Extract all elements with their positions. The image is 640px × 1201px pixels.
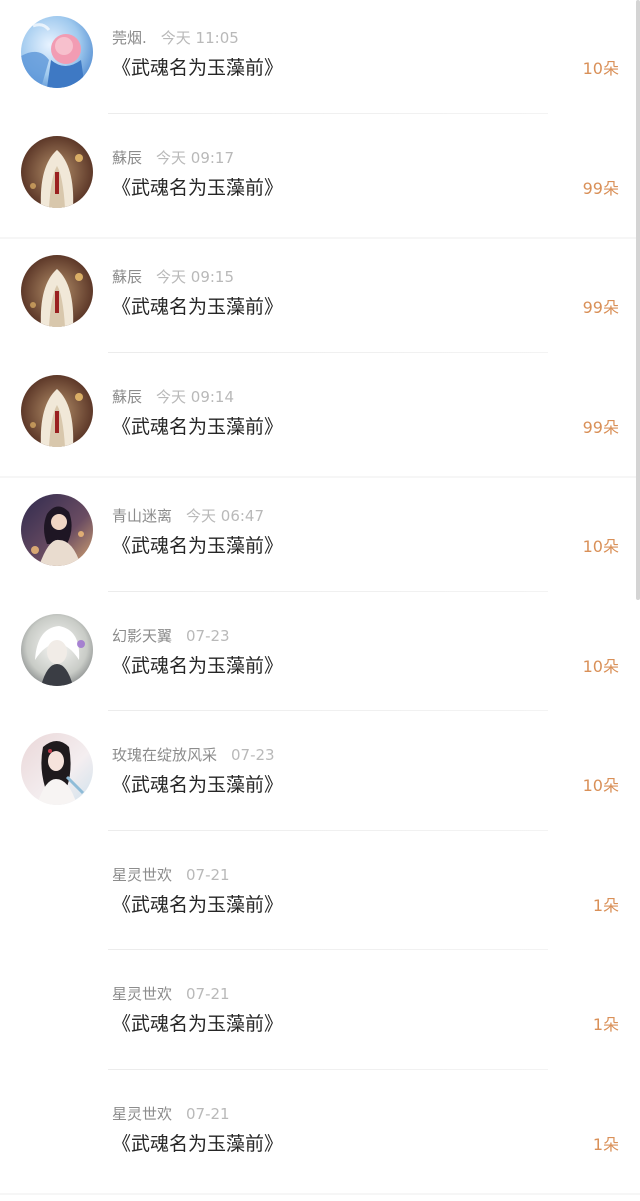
username[interactable]: 蘇辰 bbox=[112, 149, 142, 167]
timestamp: 今天 09:14 bbox=[156, 387, 235, 406]
user-avatar[interactable] bbox=[21, 135, 93, 208]
gift-record-row[interactable]: 莞烟. 今天 11:05 《武魂名为玉藻前》 10朵 bbox=[0, 0, 640, 120]
gift-record-row[interactable]: 蘇辰 今天 09:15 《武魂名为玉藻前》 99朵 bbox=[0, 239, 640, 359]
avatar-white-hair-icon bbox=[21, 613, 93, 686]
record-meta: 蘇辰 今天 09:14 bbox=[112, 387, 234, 407]
timestamp: 今天 09:15 bbox=[156, 268, 235, 286]
flower-count: 10朵 bbox=[582, 59, 619, 78]
record-meta: 星灵世欢 07-21 bbox=[112, 865, 230, 885]
flower-count: 10朵 bbox=[582, 656, 619, 676]
gift-record-row[interactable]: 青山迷离 今天 06:47 《武魂名为玉藻前》 10朵 bbox=[0, 478, 640, 598]
username[interactable]: 玫瑰在绽放风采 bbox=[112, 746, 217, 764]
avatar-white-hood-icon bbox=[21, 135, 93, 208]
avatar-ancient-lady-icon bbox=[21, 733, 93, 805]
user-avatar[interactable] bbox=[21, 613, 93, 686]
flower-count: 10朵 bbox=[582, 537, 619, 556]
gift-record-row[interactable]: 星灵世欢 07-21 《武魂名为玉藻前》 1朵 bbox=[0, 837, 640, 957]
user-avatar[interactable] bbox=[21, 16, 93, 88]
book-title[interactable]: 《武魂名为玉藻前》 bbox=[112, 653, 283, 679]
gift-record-row[interactable]: 玫瑰在绽放风采 07-23 《武魂名为玉藻前》 10朵 bbox=[0, 717, 640, 837]
gift-record-list: 莞烟. 今天 11:05 《武魂名为玉藻前》 10朵 蘇辰 今天 09:17 《… bbox=[0, 0, 640, 1195]
row-divider bbox=[108, 590, 548, 592]
avatar-dark-lady-icon bbox=[21, 494, 93, 566]
book-title[interactable]: 《武魂名为玉藻前》 bbox=[112, 892, 283, 918]
flower-count: 1朵 bbox=[592, 1015, 619, 1034]
record-meta: 青山迷离 今天 06:47 bbox=[112, 506, 264, 526]
gift-record-row[interactable]: 星灵世欢 07-21 《武魂名为玉藻前》 1朵 bbox=[0, 1076, 640, 1195]
flower-count: 99朵 bbox=[582, 178, 619, 198]
user-avatar[interactable] bbox=[21, 733, 93, 805]
book-title[interactable]: 《武魂名为玉藻前》 bbox=[112, 1131, 283, 1157]
avatar-white-hood-icon bbox=[21, 374, 93, 447]
timestamp: 今天 09:17 bbox=[156, 148, 235, 167]
user-avatar[interactable] bbox=[21, 494, 93, 566]
timestamp: 07-23 bbox=[186, 626, 230, 645]
timestamp: 今天 11:05 bbox=[160, 29, 239, 47]
flower-count: 1朵 bbox=[592, 895, 619, 915]
row-divider bbox=[108, 112, 548, 114]
flower-count: 1朵 bbox=[592, 1134, 619, 1154]
row-divider bbox=[108, 1068, 548, 1070]
record-meta: 蘇辰 今天 09:15 bbox=[112, 267, 234, 287]
timestamp: 07-21 bbox=[186, 865, 230, 884]
user-avatar[interactable] bbox=[21, 374, 93, 447]
user-avatar[interactable] bbox=[21, 255, 93, 327]
scrollbar[interactable] bbox=[636, 0, 640, 600]
gift-record-row[interactable]: 蘇辰 今天 09:14 《武魂名为玉藻前》 99朵 bbox=[0, 359, 640, 478]
book-title[interactable]: 《武魂名为玉藻前》 bbox=[112, 772, 283, 798]
flower-count: 99朵 bbox=[582, 417, 619, 437]
row-divider bbox=[108, 351, 548, 353]
username[interactable]: 星灵世欢 bbox=[112, 866, 172, 884]
username[interactable]: 蘇辰 bbox=[112, 268, 142, 286]
book-title[interactable]: 《武魂名为玉藻前》 bbox=[112, 55, 283, 81]
row-divider bbox=[108, 710, 548, 711]
timestamp: 07-21 bbox=[186, 1104, 230, 1123]
username[interactable]: 星灵世欢 bbox=[112, 1105, 172, 1123]
timestamp: 07-21 bbox=[186, 985, 230, 1003]
record-meta: 蘇辰 今天 09:17 bbox=[112, 148, 234, 168]
gift-record-row[interactable]: 幻影天翼 07-23 《武魂名为玉藻前》 10朵 bbox=[0, 598, 640, 718]
book-title[interactable]: 《武魂名为玉藻前》 bbox=[112, 175, 283, 201]
timestamp: 07-23 bbox=[231, 746, 275, 764]
flower-count: 10朵 bbox=[582, 776, 619, 795]
record-meta: 莞烟. 今天 11:05 bbox=[112, 28, 239, 48]
row-divider bbox=[0, 1193, 640, 1195]
book-title[interactable]: 《武魂名为玉藻前》 bbox=[112, 414, 283, 440]
username[interactable]: 青山迷离 bbox=[112, 507, 172, 525]
gift-record-row[interactable]: 蘇辰 今天 09:17 《武魂名为玉藻前》 99朵 bbox=[0, 120, 640, 239]
username[interactable]: 幻影天翼 bbox=[112, 627, 172, 645]
record-meta: 玫瑰在绽放风采 07-23 bbox=[112, 745, 275, 765]
username[interactable]: 蘇辰 bbox=[112, 388, 142, 406]
record-meta: 星灵世欢 07-21 bbox=[112, 984, 230, 1004]
username[interactable]: 莞烟. bbox=[112, 29, 147, 47]
gift-record-row[interactable]: 星灵世欢 07-21 《武魂名为玉藻前》 1朵 bbox=[0, 956, 640, 1076]
book-title[interactable]: 《武魂名为玉藻前》 bbox=[112, 1011, 283, 1037]
flower-count: 99朵 bbox=[582, 298, 619, 317]
row-divider bbox=[108, 949, 548, 950]
avatar-blue-pink-hair-icon bbox=[21, 16, 93, 88]
row-divider bbox=[108, 829, 548, 831]
record-meta: 幻影天翼 07-23 bbox=[112, 626, 230, 646]
book-title[interactable]: 《武魂名为玉藻前》 bbox=[112, 294, 283, 320]
username[interactable]: 星灵世欢 bbox=[112, 985, 172, 1003]
record-meta: 星灵世欢 07-21 bbox=[112, 1104, 230, 1124]
timestamp: 今天 06:47 bbox=[186, 507, 265, 525]
book-title[interactable]: 《武魂名为玉藻前》 bbox=[112, 533, 283, 559]
avatar-white-hood-icon bbox=[21, 255, 93, 327]
